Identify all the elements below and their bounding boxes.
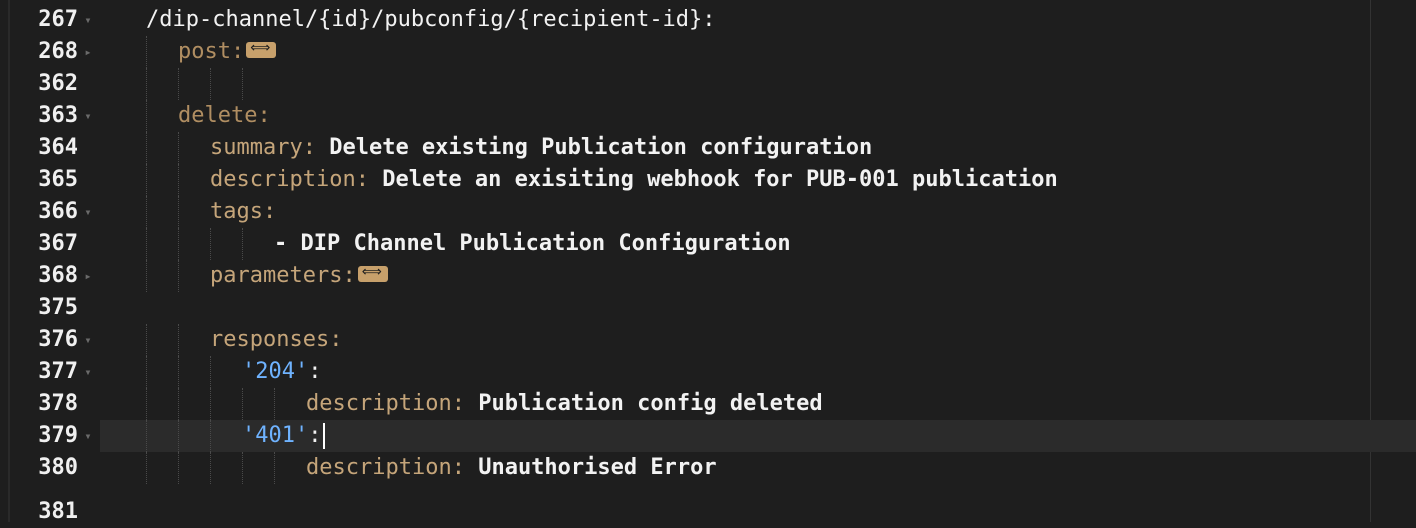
line-number: 366	[38, 199, 78, 224]
indent-guide	[242, 388, 243, 420]
line-number: 364	[38, 135, 78, 160]
ellipsis-fold-icon[interactable]	[357, 262, 388, 282]
code-line[interactable]: 376 ▾ responses:	[0, 324, 1416, 356]
indent-guide	[146, 100, 147, 132]
line-number: 377	[38, 359, 78, 384]
indent-guide	[178, 228, 179, 260]
indent-guide	[274, 388, 275, 420]
text-cursor	[323, 423, 326, 449]
code-line[interactable]: 364 summary: Delete existing Publication…	[0, 132, 1416, 164]
line-number: 368	[38, 263, 78, 288]
chevron-down-icon[interactable]: ▾	[82, 100, 94, 132]
line-number: 268	[38, 39, 78, 64]
chevron-down-icon[interactable]: ▾	[82, 324, 94, 356]
yaml-key: description	[210, 167, 356, 192]
chevron-right-icon[interactable]: ▸	[82, 260, 94, 292]
chevron-down-icon[interactable]: ▾	[82, 196, 94, 228]
indent-guide	[146, 388, 147, 420]
indent-guide	[146, 228, 147, 260]
yaml-key: description	[306, 455, 452, 480]
yaml-key: post	[178, 39, 231, 64]
line-number: 363	[38, 103, 78, 128]
indent-guide	[210, 228, 211, 260]
yaml-key: tags	[210, 199, 263, 224]
chevron-right-icon[interactable]: ▸	[82, 36, 94, 68]
yaml-key: description	[306, 391, 452, 416]
line-number: 379	[38, 423, 78, 448]
yaml-string-key: '204'	[242, 359, 309, 384]
line-number: 267	[38, 7, 78, 32]
indent-guide	[242, 228, 243, 260]
code-line[interactable]: 367 - DIP Channel Publication Configurat…	[0, 228, 1416, 260]
indent-guide	[178, 452, 179, 484]
indent-guide	[178, 196, 179, 228]
code-line[interactable]: 368 ▸ parameters:	[0, 260, 1416, 292]
code-editor[interactable]: 267 ▾ /dip-channel/{id}/pubconfig/{recip…	[0, 0, 1416, 524]
yaml-string-key: '401'	[242, 423, 309, 448]
indent-guide	[274, 452, 275, 484]
yaml-key: summary	[210, 135, 303, 160]
indent-guide	[178, 260, 179, 292]
indent-guide	[146, 196, 147, 228]
chevron-down-icon[interactable]: ▾	[82, 4, 94, 36]
indent-guide	[146, 452, 147, 484]
indent-guide	[178, 324, 179, 356]
path-key: /dip-channel/{id}/pubconfig/{recipient-i…	[146, 7, 716, 32]
indent-guide	[242, 68, 243, 100]
line-number: 376	[38, 327, 78, 352]
indent-guide	[178, 164, 179, 196]
indent-guide	[146, 68, 147, 100]
code-line[interactable]: 377 ▾ '204':	[0, 356, 1416, 388]
code-line[interactable]: 268 ▸ post:	[0, 36, 1416, 68]
code-line[interactable]: 380 description: Unauthorised Error	[0, 452, 1416, 484]
line-number: 362	[38, 71, 78, 96]
yaml-key: responses	[210, 327, 330, 352]
code-line[interactable]: 381	[0, 496, 1416, 528]
indent-guide	[178, 68, 179, 100]
line-number: 365	[38, 167, 78, 192]
indent-guide	[210, 420, 211, 452]
code-line[interactable]: 365 description: Delete an exisiting web…	[0, 164, 1416, 196]
code-line[interactable]: 267 ▾ /dip-channel/{id}/pubconfig/{recip…	[0, 4, 1416, 36]
line-number: 375	[38, 295, 78, 320]
yaml-list-item: - DIP Channel Publication Configuration	[274, 231, 791, 256]
yaml-value: Publication config deleted	[478, 391, 823, 416]
line-number: 378	[38, 391, 78, 416]
chevron-down-icon[interactable]: ▾	[82, 356, 94, 388]
indent-guide	[210, 68, 211, 100]
indent-guide	[210, 356, 211, 388]
code-line[interactable]: 375	[0, 292, 1416, 324]
indent-guide	[146, 164, 147, 196]
indent-guide	[178, 356, 179, 388]
yaml-value: Unauthorised Error	[478, 455, 717, 480]
indent-guide	[146, 132, 147, 164]
indent-guide	[146, 420, 147, 452]
code-line-active[interactable]: 379 ▾ '401':	[0, 420, 1416, 452]
chevron-down-icon[interactable]: ▾	[82, 420, 94, 452]
line-number: 380	[38, 455, 78, 480]
line-number: 367	[38, 231, 78, 256]
indent-guide	[210, 452, 211, 484]
indent-guide	[178, 420, 179, 452]
yaml-key: delete	[178, 103, 258, 128]
code-line[interactable]: 362	[0, 68, 1416, 100]
indent-guide	[210, 388, 211, 420]
ellipsis-fold-icon[interactable]	[246, 38, 277, 58]
yaml-value: Delete existing Publication configuratio…	[329, 135, 873, 160]
indent-guide	[146, 356, 147, 388]
code-line[interactable]: 363 ▾ delete:	[0, 100, 1416, 132]
indent-guide	[178, 388, 179, 420]
line-number: 381	[38, 499, 78, 524]
indent-guide	[146, 324, 147, 356]
code-line[interactable]: 378 description: Publication config dele…	[0, 388, 1416, 420]
indent-guide	[178, 132, 179, 164]
indent-guide	[146, 260, 147, 292]
indent-guide	[146, 36, 147, 68]
yaml-value: Delete an exisiting webhook for PUB-001 …	[382, 167, 1058, 192]
yaml-key: parameters	[210, 263, 343, 288]
code-line[interactable]: 366 ▾ tags:	[0, 196, 1416, 228]
indent-guide	[242, 452, 243, 484]
